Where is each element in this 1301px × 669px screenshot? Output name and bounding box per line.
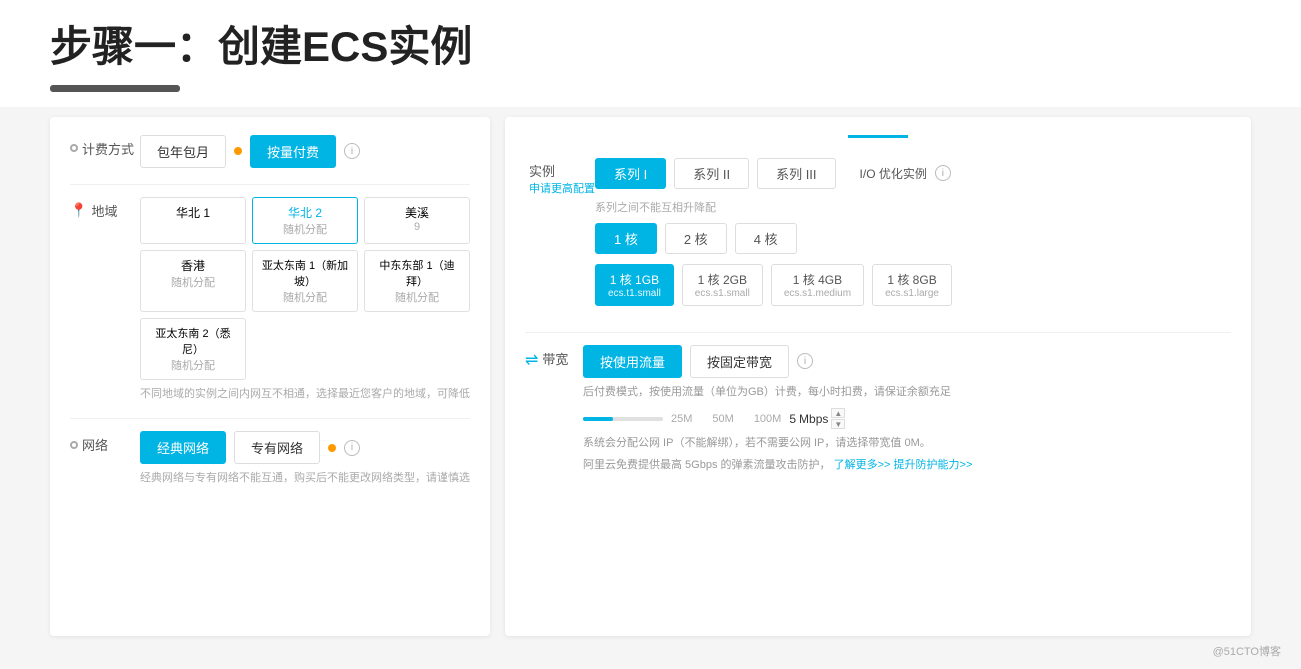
core-1-button[interactable]: 1 核 (595, 223, 657, 254)
instance-section: 实例 申请更高配置 系列 I 系列 II 系列 III I/O 优化实例 i 系… (525, 158, 1231, 316)
region-dubai[interactable]: 中东东部 1（迪拜） 随机分配 (364, 250, 470, 312)
higher-config-link[interactable]: 申请更高配置 (529, 180, 595, 196)
series-note: 系列之间不能互相升降配 (595, 199, 1231, 215)
billing-label: 计费方式 (70, 135, 140, 158)
io-label: I/O 优化实例 (860, 165, 927, 182)
spec-1c1g-button[interactable]: 1 核 1GB ecs.t1.small (595, 264, 674, 306)
page-title: 步骤一：创建ECS实例 (50, 20, 1251, 75)
region-us[interactable]: 美溪 9 (364, 197, 470, 244)
right-panel: 实例 申请更高配置 系列 I 系列 II 系列 III I/O 优化实例 i 系… (505, 117, 1251, 636)
instance-label: 实例 申请更高配置 (525, 158, 595, 196)
title-area: 步骤一：创建ECS实例 (0, 0, 1301, 85)
region-label: 📍 地域 (70, 197, 140, 220)
series-2-button[interactable]: 系列 II (674, 158, 749, 189)
spec-1c8g-button[interactable]: 1 核 8GB ecs.s1.large (872, 264, 952, 306)
series-row: 系列 I 系列 II 系列 III I/O 优化实例 i (595, 158, 1231, 189)
region-north2[interactable]: 华北 2 随机分配 (252, 197, 358, 244)
region-section: 📍 地域 华北 1 华北 2 随机分配 美溪 (70, 197, 470, 403)
billing-radio[interactable] (70, 144, 78, 152)
region-sydney[interactable]: 亚太东南 2（悉尼） 随机分配 (140, 318, 246, 380)
billing-monthly-button[interactable]: 包年包月 (140, 135, 226, 168)
region-content: 华北 1 华北 2 随机分配 美溪 9 香港 随机 (140, 197, 470, 403)
core-2-button[interactable]: 2 核 (665, 223, 727, 254)
slider-value: 5 (789, 412, 796, 426)
series-3-button[interactable]: 系列 III (757, 158, 835, 189)
billing-orange-dot (234, 147, 242, 155)
bandwidth-slider-fill (583, 417, 613, 421)
bw-options: 按使用流量 按固定带宽 i (583, 345, 1231, 378)
slider-labels: 25M 50M 100M (671, 413, 781, 425)
billing-content: 包年包月 按量付费 i (140, 135, 470, 168)
spec-1c2g-button[interactable]: 1 核 2GB ecs.s1.small (682, 264, 763, 306)
billing-section: 计费方式 包年包月 按量付费 i (70, 135, 470, 168)
slide-container: 步骤一：创建ECS实例 计费方式 包年包月 按量付费 i (0, 0, 1301, 669)
region-hongkong[interactable]: 香港 随机分配 (140, 250, 246, 312)
bandwidth-label-area: ⇌ 带宽 (525, 345, 575, 370)
stepper-up[interactable]: ▲ (831, 408, 845, 418)
upgrade-link[interactable]: 提升防护能力>> (894, 459, 973, 471)
region-grid: 华北 1 华北 2 随机分配 美溪 9 香港 随机 (140, 197, 470, 380)
divider-3 (525, 332, 1231, 333)
content-area: 计费方式 包年包月 按量付费 i 📍 地域 (0, 107, 1301, 646)
region-note: 不同地域的实例之间内网互不相通，选择最近您客户的地域，可降低 (140, 386, 470, 403)
bandwidth-slider-container: 25M 50M 100M 5 Mbps ▲ ▼ (583, 408, 1231, 429)
billing-options: 包年包月 按量付费 i (140, 135, 470, 168)
bandwidth-section: ⇌ 带宽 按使用流量 按固定带宽 i 后付费模式，按使用流量（单位为GB）计费，… (525, 345, 1231, 474)
bandwidth-icon: ⇌ (525, 350, 538, 370)
learn-more-link[interactable]: 了解更多>> (834, 459, 891, 471)
free-note: 阿里云免费提供最高 5Gbps 的弹素流量攻击防护， 了解更多>> 提升防护能力… (583, 457, 1231, 474)
location-icon: 📍 (70, 202, 87, 219)
progress-bar-area (0, 85, 1301, 107)
sys-note: 系统会分配公网 IP（不能解绑），若不需要公网 IP，请选择带宽值 0M。 (583, 435, 1231, 452)
network-content: 经典网络 专有网络 i 经典网络与专有网络不能互通，购买后不能更改网络类型，请谨… (140, 431, 470, 487)
divider-2 (70, 418, 470, 419)
progress-bar (50, 85, 180, 92)
slider-value-area: 5 Mbps ▲ ▼ (789, 408, 845, 429)
network-info-icon[interactable]: i (344, 440, 360, 456)
stepper-down[interactable]: ▼ (831, 419, 845, 429)
divider-1 (70, 184, 470, 185)
bandwidth-stepper: ▲ ▼ (831, 408, 845, 429)
network-options: 经典网络 专有网络 i (140, 431, 470, 464)
bw-note: 后付费模式，按使用流量（单位为GB）计费，每小时扣费，请保证余额充足 (583, 384, 1231, 401)
bw-traffic-button[interactable]: 按使用流量 (583, 345, 682, 378)
network-orange-dot (328, 444, 336, 452)
region-north1[interactable]: 华北 1 (140, 197, 246, 244)
network-note: 经典网络与专有网络不能互通，购买后不能更改网络类型，请谨慎选 (140, 470, 470, 487)
core-4-button[interactable]: 4 核 (735, 223, 797, 254)
bandwidth-content: 按使用流量 按固定带宽 i 后付费模式，按使用流量（单位为GB）计费，每小时扣费… (583, 345, 1231, 474)
bw-fixed-button[interactable]: 按固定带宽 (690, 345, 789, 378)
left-panel: 计费方式 包年包月 按量付费 i 📍 地域 (50, 117, 490, 636)
network-label: 网络 (70, 431, 140, 454)
network-section: 网络 经典网络 专有网络 i 经典网络与专有网络不能互通，购买后不能更改网络类型… (70, 431, 470, 487)
billing-info-icon[interactable]: i (344, 143, 360, 159)
bw-info-icon[interactable]: i (797, 353, 813, 369)
bandwidth-slider-track[interactable] (583, 417, 663, 421)
io-info-icon[interactable]: i (935, 165, 951, 181)
footer: @51CTO博客 (1213, 643, 1281, 659)
slider-unit: Mbps (799, 412, 828, 426)
spec-1c4g-button[interactable]: 1 核 4GB ecs.s1.medium (771, 264, 864, 306)
network-radio[interactable] (70, 441, 78, 449)
core-row: 1 核 2 核 4 核 (595, 223, 1231, 254)
classic-network-button[interactable]: 经典网络 (140, 431, 226, 464)
region-singapore[interactable]: 亚太东南 1（新加坡） 随机分配 (252, 250, 358, 312)
billing-ondemand-button[interactable]: 按量付费 (250, 135, 336, 168)
vpc-network-button[interactable]: 专有网络 (234, 431, 320, 464)
tab-indicator (848, 135, 908, 138)
instance-content: 系列 I 系列 II 系列 III I/O 优化实例 i 系列之间不能互相升降配… (595, 158, 1231, 316)
spec-row: 1 核 1GB ecs.t1.small 1 核 2GB ecs.s1.smal… (595, 264, 1231, 306)
series-1-button[interactable]: 系列 I (595, 158, 666, 189)
